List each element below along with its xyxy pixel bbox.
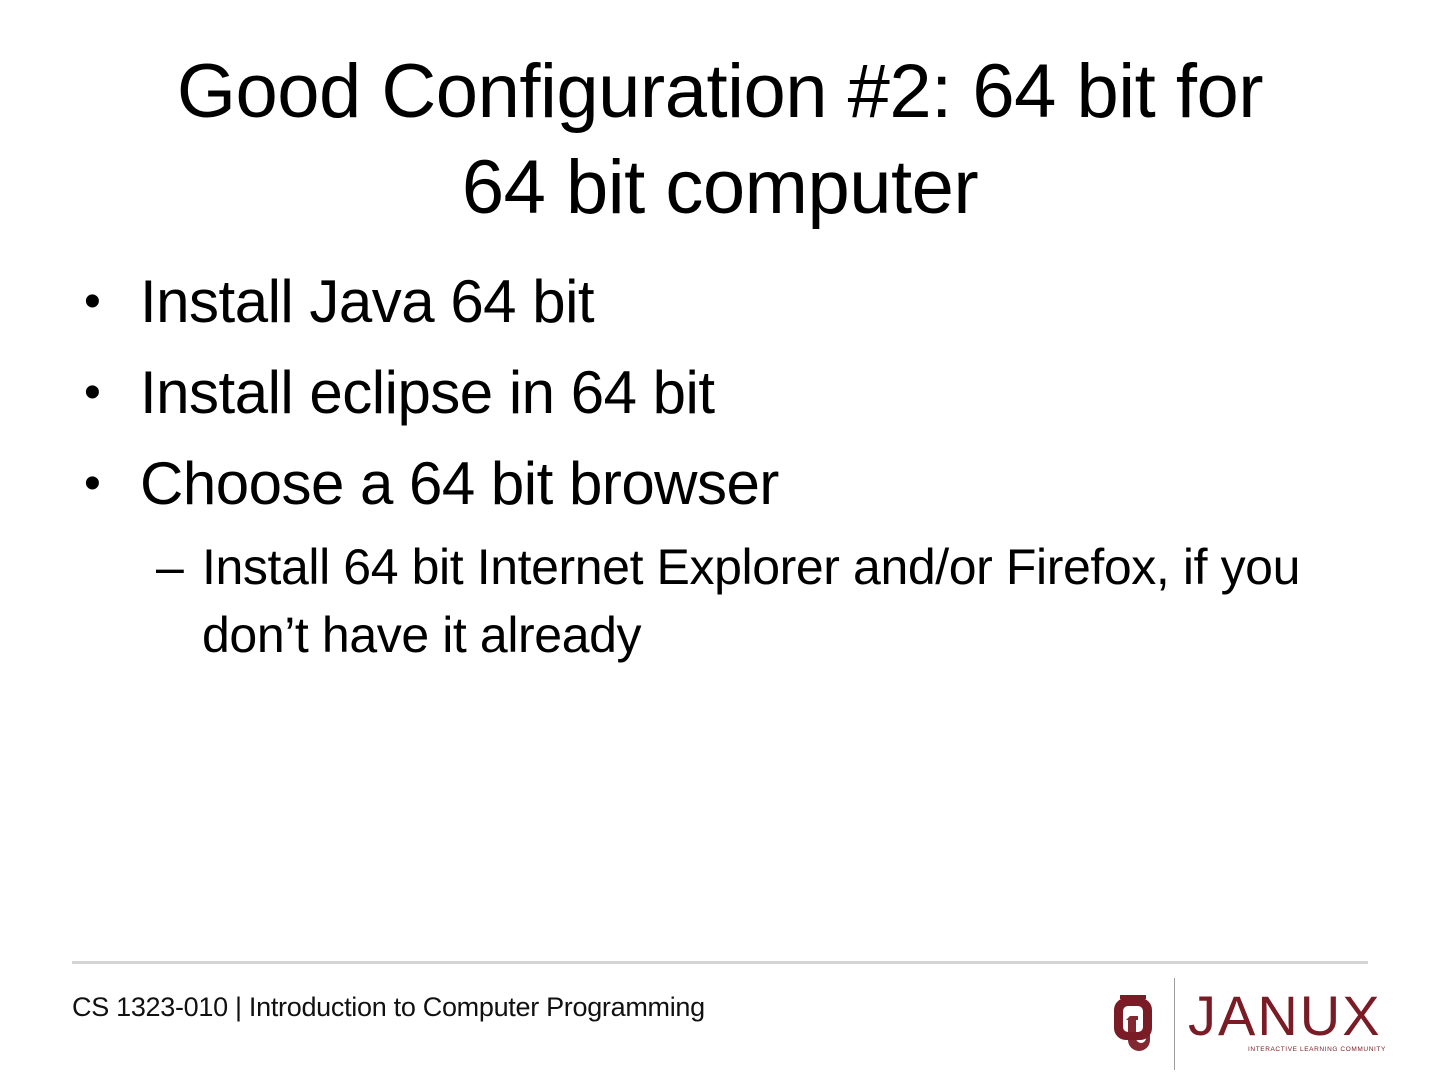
sub-bullet-text: Install 64 bit Internet Explorer and/or … xyxy=(202,539,1300,663)
bullet-text: Install eclipse in 64 bit xyxy=(140,359,715,426)
bullet-text: Choose a 64 bit browser xyxy=(140,450,779,517)
janux-tagline: INTERACTIVE LEARNING COMMUNITY xyxy=(1248,1046,1386,1053)
bullet-item: • Choose a 64 bit browser xyxy=(80,444,1380,524)
janux-logo: JANUX INTERACTIVE LEARNING COMMUNITY xyxy=(1112,976,1385,1072)
slide-title-line-2: 64 bit computer xyxy=(461,145,979,230)
bullet-dot: • xyxy=(84,366,101,419)
logo-separator xyxy=(1174,978,1175,1070)
sub-bullet-item: – Install 64 bit Internet Explorer and/o… xyxy=(80,533,1380,669)
footer-divider xyxy=(72,961,1368,964)
bullet-text: Install Java 64 bit xyxy=(140,268,595,335)
janux-wordmark: JANUX xyxy=(1188,984,1382,1047)
sub-bullet-dash: – xyxy=(156,539,184,595)
bullet-item: • Install eclipse in 64 bit xyxy=(80,353,1380,433)
slide: Good Configuration #2: 64 bit for 64 bit… xyxy=(0,0,1440,1080)
bullet-dot: • xyxy=(84,457,101,510)
bullet-item: • Install Java 64 bit xyxy=(80,262,1380,342)
slide-title: Good Configuration #2: 64 bit for 64 bit… xyxy=(60,44,1380,236)
ou-interlocking-logo-icon xyxy=(1114,995,1152,1051)
course-footer: CS 1323-010 | Introduction to Computer P… xyxy=(72,992,705,1022)
bullet-list: • Install Java 64 bit • Install eclipse … xyxy=(80,262,1380,669)
bullet-dot: • xyxy=(84,275,101,328)
slide-title-line-1: Good Configuration #2: 64 bit for xyxy=(176,49,1264,134)
